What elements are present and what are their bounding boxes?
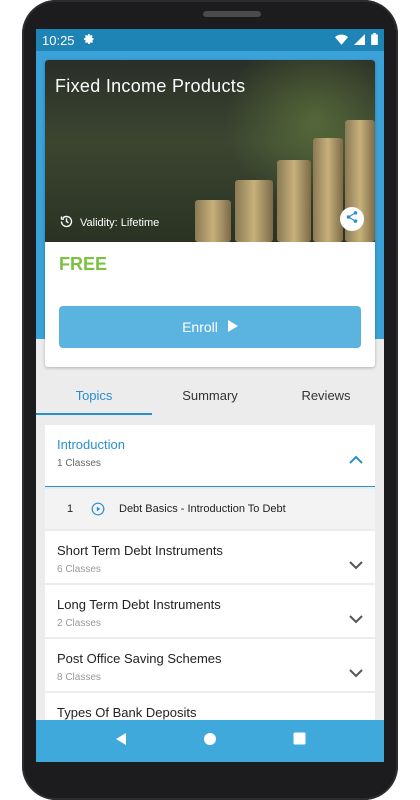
course-tabs: Topics Summary Reviews: [36, 375, 384, 415]
validity-text: Validity: Lifetime: [80, 217, 160, 229]
enroll-button[interactable]: Enroll: [59, 306, 361, 348]
tab-topics[interactable]: Topics: [36, 375, 152, 415]
section-title: Introduction: [57, 437, 125, 452]
section-long-term-debt[interactable]: Long Term Debt Instruments 2 Classes: [45, 585, 375, 637]
validity-label: Validity: Lifetime: [59, 214, 159, 232]
enroll-label: Enroll: [182, 319, 218, 335]
home-icon[interactable]: [203, 732, 217, 751]
chevron-up-icon[interactable]: [349, 451, 363, 469]
status-bar: 10:25: [36, 29, 384, 51]
system-nav-bar: [36, 720, 384, 762]
signal-icon: [354, 33, 365, 48]
play-triangle-icon: [227, 319, 238, 335]
lesson-row[interactable]: 1 Debt Basics - Introduction To Debt: [45, 489, 375, 529]
section-introduction[interactable]: Introduction 1 Classes: [45, 425, 375, 487]
status-icons: [335, 32, 378, 48]
section-class-count: 2 Classes: [57, 618, 101, 629]
lesson-title: Debt Basics - Introduction To Debt: [119, 503, 286, 515]
course-title: Fixed Income Products: [55, 76, 246, 96]
status-time: 10:25: [42, 32, 75, 48]
gear-icon: [83, 33, 95, 48]
app-screen: 10:25 Fixed Income Products Validity: Li…: [36, 29, 384, 762]
play-circle-icon[interactable]: [91, 502, 105, 516]
chevron-down-icon[interactable]: [349, 611, 363, 629]
section-class-count: 1 Classes: [57, 458, 101, 469]
course-hero-image: Fixed Income Products Validity: Lifetime: [45, 60, 375, 242]
course-price: FREE: [59, 254, 108, 274]
recents-icon[interactable]: [293, 732, 306, 750]
tab-reviews[interactable]: Reviews: [268, 375, 384, 415]
section-title: Types Of Bank Deposits: [57, 705, 197, 720]
back-icon[interactable]: [114, 732, 128, 751]
share-button[interactable]: [340, 207, 364, 231]
section-title: Long Term Debt Instruments: [57, 597, 221, 612]
section-class-count: 6 Classes: [57, 564, 101, 575]
lesson-number: 1: [67, 503, 74, 515]
course-card: Fixed Income Products Validity: Lifetime…: [45, 60, 375, 367]
speaker-grille: [203, 11, 261, 17]
battery-icon: [371, 32, 378, 48]
share-icon: [345, 210, 359, 229]
section-class-count: 8 Classes: [57, 672, 101, 683]
section-title: Short Term Debt Instruments: [57, 543, 223, 558]
topics-list: Introduction 1 Classes 1 Debt Basics - I…: [45, 425, 375, 747]
history-icon: [59, 214, 74, 232]
section-title: Post Office Saving Schemes: [57, 651, 222, 666]
chevron-down-icon[interactable]: [349, 557, 363, 575]
wifi-icon: [335, 33, 348, 48]
section-short-term-debt[interactable]: Short Term Debt Instruments 6 Classes: [45, 531, 375, 583]
tab-summary[interactable]: Summary: [152, 375, 268, 415]
chevron-down-icon[interactable]: [349, 665, 363, 683]
section-post-office-schemes[interactable]: Post Office Saving Schemes 8 Classes: [45, 639, 375, 691]
